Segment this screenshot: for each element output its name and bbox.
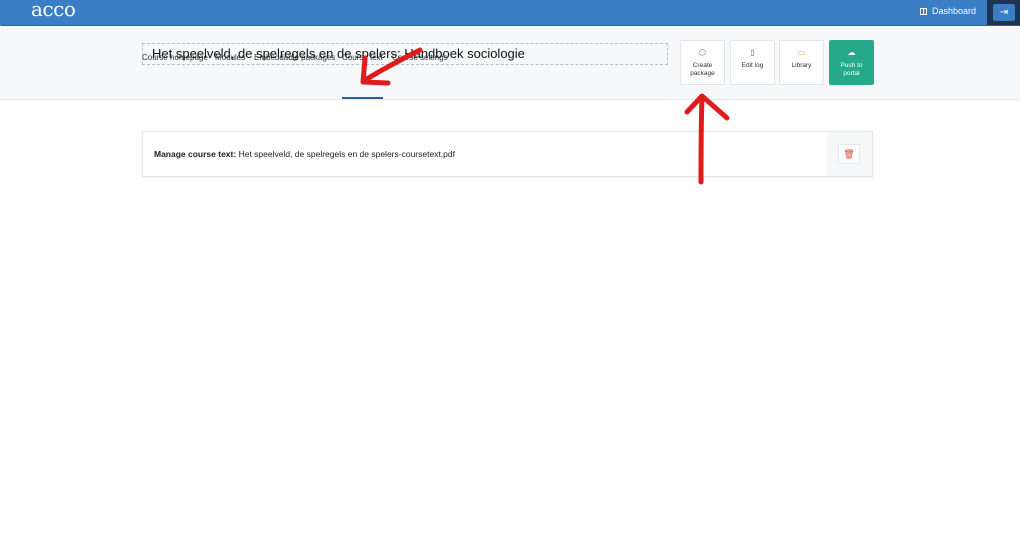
- push-to-portal-button[interactable]: ☁ Push to portal: [829, 40, 874, 85]
- cloud-icon: ☁: [847, 48, 856, 57]
- logout-area: ⇥: [987, 0, 1020, 25]
- logout-icon: ⇥: [999, 7, 1009, 18]
- dashboard-icon: [920, 7, 927, 15]
- delete-button[interactable]: 🗑: [838, 144, 860, 164]
- dashboard-link[interactable]: Dashboard: [920, 6, 976, 16]
- tab-embeddable-packages[interactable]: Embeddable packages: [254, 53, 335, 62]
- edit-log-button[interactable]: ▯ Edit log: [730, 40, 775, 85]
- logout-button[interactable]: ⇥: [993, 4, 1015, 21]
- cube-icon: ⬡: [699, 48, 706, 57]
- library-button[interactable]: ▭ Library: [779, 40, 824, 85]
- folder-icon: ▭: [797, 48, 806, 57]
- clipboard-icon: ▯: [750, 48, 755, 57]
- manage-course-text-card: Manage course text: Het speelveld, de sp…: [142, 131, 873, 177]
- active-tab-indicator: [342, 97, 383, 99]
- course-text-filename: Het speelveld, de spelregels en de spele…: [238, 149, 455, 159]
- tab-course-text[interactable]: Course text: [342, 53, 383, 62]
- tab-course-settings[interactable]: Course settings: [392, 53, 448, 62]
- acco-logo[interactable]: acco: [31, 0, 76, 21]
- create-package-button[interactable]: ⬡ Create package: [680, 40, 725, 85]
- tab-modules[interactable]: Modules: [215, 53, 245, 62]
- manage-course-text: Manage course text: Het speelveld, de sp…: [154, 149, 455, 159]
- tab-course-homepage[interactable]: Course homepage: [142, 53, 208, 62]
- top-navbar: acco Dashboard ⇥: [0, 0, 1020, 26]
- dashboard-label: Dashboard: [932, 6, 977, 16]
- trash-icon: 🗑: [843, 148, 855, 159]
- card-action-area: 🗑: [827, 132, 872, 176]
- manage-label: Manage course text:: [154, 149, 237, 159]
